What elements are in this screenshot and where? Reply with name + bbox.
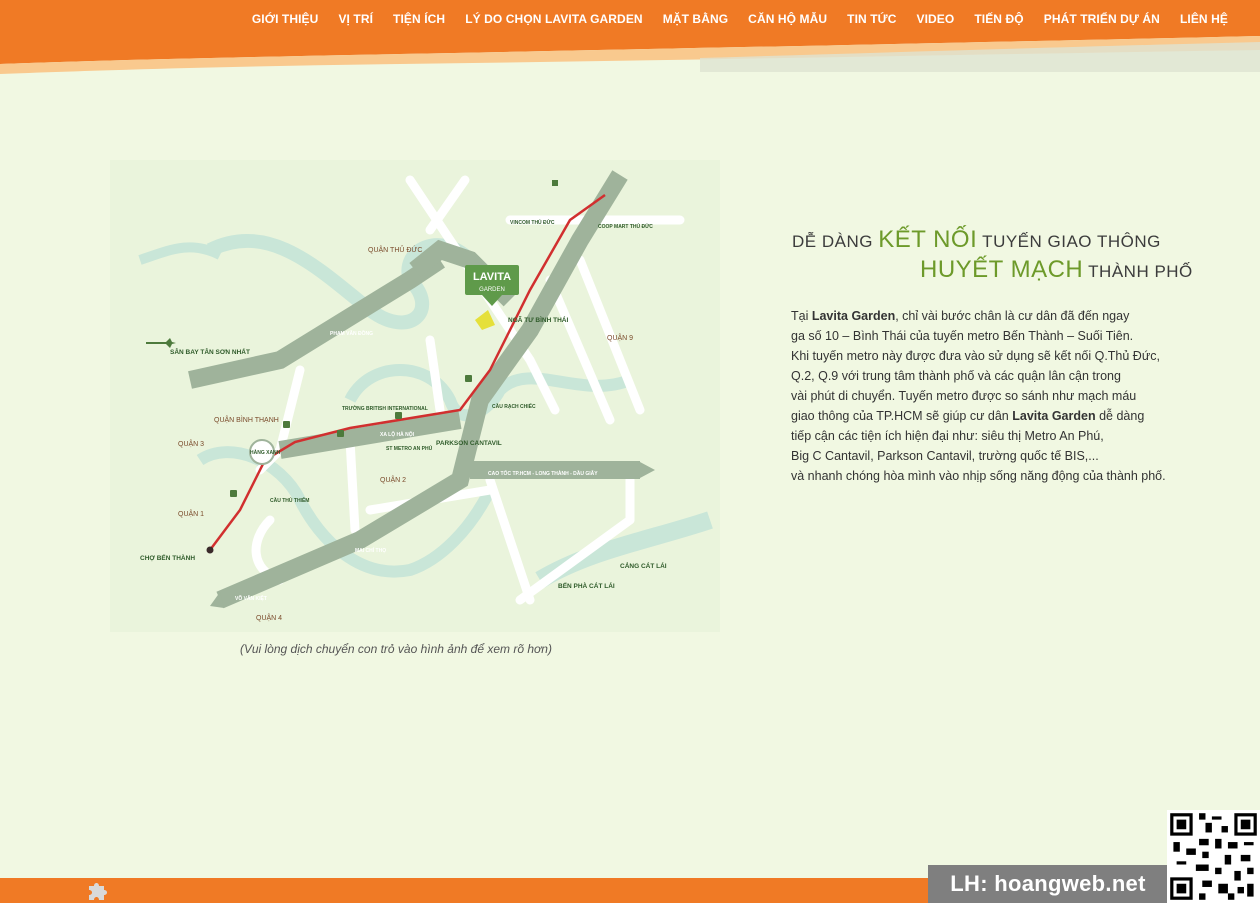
- map-xa-lo-ha-noi: XA LỘ HÀ NỘI: [380, 430, 415, 438]
- nav-video[interactable]: VIDEO: [907, 12, 965, 26]
- nav-tin-tuc[interactable]: TIN TỨC: [837, 12, 906, 26]
- qr-code-icon: [1167, 810, 1260, 903]
- location-map[interactable]: LAVITA GARDEN QUẬN THỦ ĐỨC QUẬN 9 QUẬN B…: [110, 160, 720, 632]
- map-pham-van-dong: PHẠM VĂN ĐỒNG: [330, 330, 373, 337]
- main-nav: GIỚI THIỆU VỊ TRÍ TIỆN ÍCH LÝ DO CHỌN LA…: [242, 12, 1238, 26]
- paragraph-line: và nhanh chóng hòa mình vào nhịp sống nă…: [791, 469, 1166, 483]
- map-nga-tu: NGÃ TƯ BÌNH THÁI: [508, 315, 568, 324]
- text: giao thông của TP.HCM sẽ giúp cư dân: [791, 409, 1013, 423]
- paragraph-line: Tại Lavita Garden, chỉ vài bước chân là …: [791, 306, 1231, 326]
- brand-name: Lavita Garden: [811, 309, 896, 323]
- text: Tại: [791, 309, 812, 323]
- nav-mat-bang[interactable]: MẶT BẰNG: [653, 12, 738, 26]
- map-hang-xanh: HÀNG XANH: [250, 449, 281, 456]
- paragraph-line: Khi tuyến metro này được đưa vào sử dụng…: [791, 349, 1160, 363]
- paragraph-line: vài phút di chuyển. Tuyến metro được so …: [791, 389, 1137, 403]
- map-rach-chiec: CẦU RẠCH CHIẾC: [492, 403, 536, 410]
- nav-ly-do-chon[interactable]: LÝ DO CHỌN LAVITA GARDEN: [455, 12, 653, 26]
- description-text: Tại Lavita Garden, chỉ vài bước chân là …: [791, 306, 1231, 486]
- map-garden-label: GARDEN: [479, 287, 505, 293]
- heading-highlight-huyet-mach: HUYẾT MẠCH: [920, 256, 1084, 283]
- map-quan-2: QUẬN 2: [380, 475, 406, 484]
- map-quan-4: QUẬN 4: [256, 613, 282, 622]
- heading-text: THÀNH PHỐ: [1083, 262, 1193, 281]
- map-mai-chi-tho: MAI CHÍ THỌ: [355, 546, 386, 554]
- heading-highlight-ket-noi: KẾT NỐI: [878, 226, 978, 253]
- map-lavita-label: LAVITA: [473, 271, 511, 283]
- nav-lien-he[interactable]: LIÊN HỆ: [1170, 12, 1238, 26]
- map-quan-binh-thanh: QUẬN BÌNH THẠNH: [214, 415, 279, 424]
- heading-text: TUYẾN GIAO THÔNG: [977, 232, 1161, 251]
- map-cang: CẢNG CÁT LÁI: [620, 561, 667, 570]
- nav-can-ho-mau[interactable]: CĂN HỘ MẪU: [738, 12, 837, 26]
- puzzle-icon[interactable]: [86, 880, 110, 902]
- map-thu-thiem: CẦU THỦ THIÊM: [270, 496, 309, 504]
- paragraph-line: tiếp cận các tiện ích hiện đại như: siêu…: [791, 429, 1104, 443]
- map-cao-toc: CAO TỐC TP.HCM - LONG THÀNH - DẦU GIÂY: [488, 470, 598, 477]
- paragraph-line: Q.2, Q.9 với trung tâm thành phố và các …: [791, 369, 1121, 383]
- map-parkson: PARKSON CANTAVIL: [436, 440, 502, 447]
- nav-tien-do[interactable]: TIẾN ĐỘ: [964, 12, 1033, 26]
- nav-gioi-thieu[interactable]: GIỚI THIỆU: [242, 12, 329, 26]
- paragraph-line: giao thông của TP.HCM sẽ giúp cư dân Lav…: [791, 406, 1231, 426]
- map-quan-3: QUẬN 3: [178, 439, 204, 448]
- section-heading: DỄ DÀNG KẾT NỐI TUYẾN GIAO THÔNG HUYẾT M…: [792, 226, 1232, 284]
- paragraph-line: Big C Cantavil, Parkson Cantavil, trường…: [791, 449, 1099, 463]
- heading-text: DỄ DÀNG: [792, 232, 879, 251]
- map-vincom: VINCOM THỦ ĐỨC: [510, 219, 555, 226]
- map-quan-thu-duc: QUẬN THỦ ĐỨC: [368, 245, 422, 254]
- map-british: TRƯỜNG BRITISH INTERNATIONAL: [342, 404, 428, 412]
- map-vo-van-kiet: VÕ VĂN KIỆT: [235, 594, 267, 602]
- contact-banner[interactable]: LH: hoangweb.net: [928, 865, 1168, 903]
- text: , chỉ vài bước chân là cư dân đã đến nga…: [895, 309, 1130, 323]
- paragraph-line: ga số 10 – Bình Thái của tuyến metro Bến…: [791, 329, 1134, 343]
- nav-phat-trien-du-an[interactable]: PHÁT TRIỂN DỰ ÁN: [1034, 12, 1170, 26]
- map-coop-mart: COOP MART THỦ ĐỨC: [598, 223, 653, 230]
- map-quan-9: QUẬN 9: [607, 333, 633, 342]
- map-caption: (Vui lòng dịch chuyển con trỏ vào hình ả…: [240, 642, 552, 656]
- map-metro-an-phu: ST METRO AN PHÚ: [386, 445, 433, 452]
- brand-name: Lavita Garden: [1012, 409, 1096, 423]
- header-bar: GIỚI THIỆU VỊ TRÍ TIỆN ÍCH LÝ DO CHỌN LA…: [0, 0, 1260, 80]
- nav-vi-tri[interactable]: VỊ TRÍ: [328, 12, 383, 26]
- map-quan-1: QUẬN 1: [178, 509, 204, 518]
- text: dễ dàng: [1095, 409, 1145, 423]
- nav-tien-ich[interactable]: TIỆN ÍCH: [383, 12, 455, 26]
